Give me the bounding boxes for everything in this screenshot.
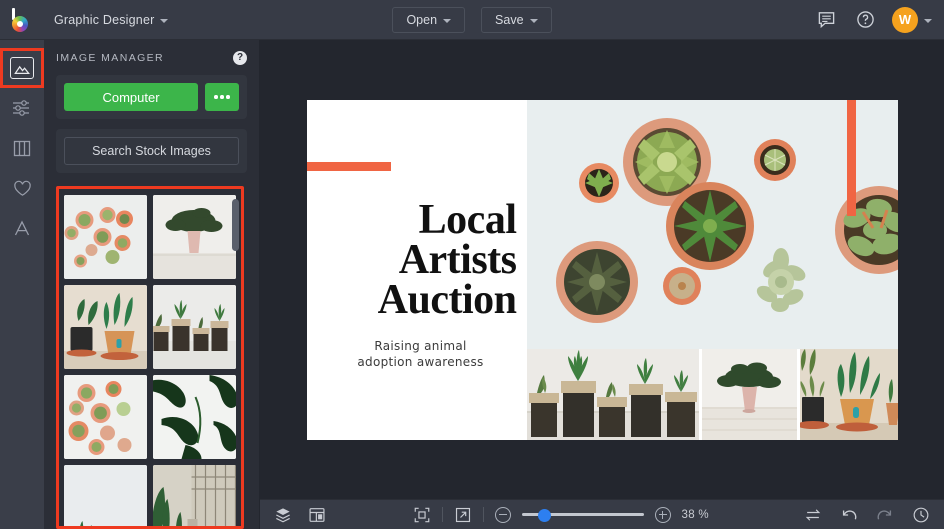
more-dots-icon [214, 95, 230, 99]
bottom-bar-right [804, 506, 944, 524]
thumbnail-grid [59, 189, 241, 526]
open-button[interactable]: Open [392, 7, 465, 33]
list-item[interactable] [64, 285, 147, 369]
design-hero-image[interactable] [527, 100, 898, 349]
zoom-slider[interactable] [522, 508, 644, 522]
design-subtitle-line-1: Raising animal [374, 339, 466, 353]
sidebar-item-text[interactable] [0, 208, 44, 248]
panel-help-icon[interactable]: ? [233, 51, 247, 65]
document-type-label: Graphic Designer [54, 13, 154, 27]
top-bar-right-actions: W [814, 7, 932, 33]
photo-icon [10, 57, 34, 79]
list-item[interactable] [153, 195, 236, 279]
help-circle-icon[interactable] [853, 8, 877, 32]
sliders-icon [11, 98, 33, 118]
page-title: IMAGE MANAGER [56, 52, 164, 64]
stock-search-section: Search Stock Images [56, 129, 247, 173]
artboard[interactable]: Local Artists Auction Raising animal ado… [307, 100, 898, 440]
divider [483, 507, 484, 522]
design-left-column: Local Artists Auction Raising animal ado… [307, 100, 527, 440]
chevron-down-icon [530, 19, 538, 23]
befunky-app-window: Graphic Designer Open Save [0, 0, 944, 529]
layout-template-icon[interactable] [308, 506, 326, 524]
chevron-down-icon [160, 19, 168, 23]
compare-swap-icon[interactable] [804, 506, 822, 524]
orange-stripe [847, 100, 856, 216]
zoom-out-icon[interactable] [495, 507, 511, 523]
more-sources-button[interactable] [205, 83, 239, 111]
strip-image-jars[interactable] [527, 349, 699, 440]
design-subtitle-line-2: adoption awareness [357, 355, 483, 369]
orange-rule [307, 162, 391, 171]
list-item[interactable] [153, 285, 236, 369]
design-title[interactable]: Local Artists Auction [323, 200, 527, 321]
list-item[interactable] [64, 375, 147, 459]
bottom-bar-left [260, 506, 326, 524]
fit-to-screen-icon[interactable] [413, 506, 431, 524]
design-title-line-1: Local [417, 200, 519, 240]
befunky-logo-icon [11, 8, 33, 32]
text-a-icon [12, 219, 32, 238]
heart-icon [12, 179, 33, 198]
design-image-strip [527, 349, 898, 440]
app-logo[interactable] [0, 8, 44, 32]
thumbnail-grid-highlight [56, 186, 244, 529]
avatar: W [892, 7, 918, 33]
comment-icon[interactable] [814, 8, 838, 32]
design-title-line-3: Auction [376, 280, 519, 320]
list-item[interactable] [153, 375, 236, 459]
chevron-down-icon [443, 19, 451, 23]
sidebar-item-image-manager[interactable] [0, 48, 44, 88]
chevron-down-icon [924, 19, 932, 23]
upload-from-computer-button[interactable]: Computer [64, 83, 198, 111]
divider [442, 507, 443, 522]
thumbnail-scrollbar[interactable] [232, 199, 239, 251]
redo-icon[interactable] [876, 506, 894, 524]
bottom-bar: 38 % [260, 499, 944, 529]
panel-header: IMAGE MANAGER ? [44, 40, 259, 75]
zoom-slider-handle[interactable] [538, 509, 551, 522]
list-item[interactable] [64, 195, 147, 279]
design-title-line-2: Artists [397, 240, 519, 280]
zoom-in-icon[interactable] [655, 507, 671, 523]
left-tool-rail [0, 40, 44, 529]
save-button[interactable]: Save [481, 7, 552, 33]
user-menu[interactable]: W [892, 7, 932, 33]
open-button-label: Open [406, 13, 437, 27]
list-item[interactable] [153, 465, 236, 529]
expand-arrow-icon[interactable] [454, 506, 472, 524]
zoom-controls: 38 % [413, 506, 718, 524]
history-clock-icon[interactable] [912, 506, 930, 524]
list-item[interactable] [64, 465, 147, 529]
columns-icon [12, 139, 32, 158]
layers-icon[interactable] [274, 506, 292, 524]
sidebar-item-layouts[interactable] [0, 128, 44, 168]
sidebar-item-edit-adjust[interactable] [0, 88, 44, 128]
undo-icon[interactable] [840, 506, 858, 524]
strip-image-vase[interactable] [702, 349, 797, 440]
search-stock-images-button[interactable]: Search Stock Images [64, 137, 239, 165]
strip-image-potted[interactable] [800, 349, 898, 440]
upload-source-section: Computer [56, 75, 247, 119]
top-bar: Graphic Designer Open Save [0, 0, 944, 40]
save-button-label: Save [495, 13, 524, 27]
canvas-area[interactable]: Local Artists Auction Raising animal ado… [260, 40, 944, 499]
zoom-level-value: 38 % [682, 509, 718, 521]
document-type-dropdown[interactable]: Graphic Designer [44, 8, 178, 32]
design-subtitle[interactable]: Raising animal adoption awareness [323, 338, 527, 370]
sidebar-item-favorites[interactable] [0, 168, 44, 208]
